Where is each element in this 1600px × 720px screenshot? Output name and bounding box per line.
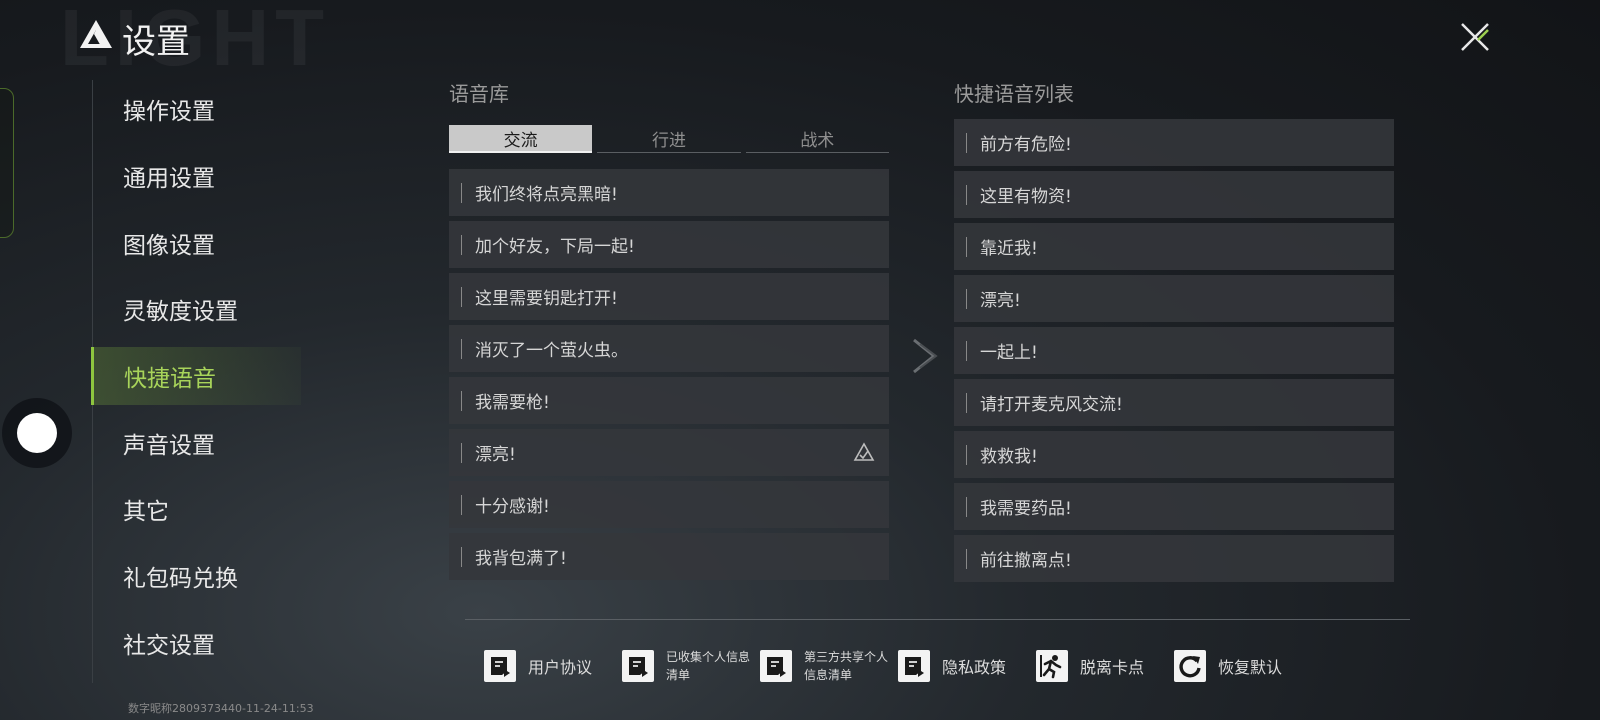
library-item[interactable]: 十分感谢! — [449, 481, 889, 528]
restore-icon — [1174, 650, 1206, 682]
library-item[interactable]: 消灭了一个萤火虫。 — [449, 325, 889, 372]
library-item[interactable]: 加个好友，下局一起! — [449, 221, 889, 268]
quick-voice-item-text: 这里有物资! — [980, 187, 1072, 207]
quick-voice-item[interactable]: 我需要药品! — [954, 483, 1394, 530]
close-icon[interactable] — [1452, 14, 1498, 60]
collected-info-label: 已收集个人信息清单 — [666, 650, 751, 682]
sidebar-item-general[interactable]: 通用设置 — [93, 147, 303, 205]
quick-voice-item[interactable]: 前方有危险! — [954, 119, 1394, 166]
library-item[interactable]: 我们终将点亮黑暗! — [449, 169, 889, 216]
unstuck-button[interactable]: 脱离卡点 — [1036, 648, 1144, 684]
double-chevron-right-icon — [913, 338, 938, 374]
library-item[interactable]: 这里需要钥匙打开! — [449, 273, 889, 320]
library-item[interactable]: 我需要枪! — [449, 377, 889, 424]
quick-voice-item[interactable]: 前往撤离点! — [954, 535, 1394, 582]
page-title: 设置 — [122, 22, 190, 62]
library-item-text: 消灭了一个萤火虫。 — [475, 341, 628, 361]
bottom-divider — [465, 619, 1410, 620]
quick-voice-item-text: 靠近我! — [980, 239, 1038, 259]
quick-voice-item[interactable]: 漂亮! — [954, 275, 1394, 322]
added-triangle-icon — [853, 442, 875, 461]
triangle-logo-icon — [80, 20, 112, 48]
sidebar-item-sensitivity[interactable]: 灵敏度设置 — [93, 280, 303, 338]
library-item-text: 十分感谢! — [475, 497, 550, 517]
settings-sidebar: 操作设置 通用设置 图像设置 灵敏度设置 快捷语音 声音设置 其它 礼包码兑换 … — [91, 80, 303, 683]
tab-tactics[interactable]: 战术 — [745, 125, 889, 153]
sidebar-item-controls[interactable]: 操作设置 — [93, 80, 303, 138]
library-item-text: 漂亮! — [475, 445, 516, 465]
document-icon — [760, 650, 792, 682]
sidebar-item-quick-voice[interactable]: 快捷语音 — [91, 347, 301, 405]
sidebar-item-sound[interactable]: 声音设置 — [93, 414, 303, 472]
tab-communication[interactable]: 交流 — [449, 125, 593, 153]
quick-voice-item-text: 我需要药品! — [980, 499, 1072, 519]
quick-voice-item[interactable]: 一起上! — [954, 327, 1394, 374]
voice-library-title: 语音库 — [449, 82, 509, 106]
quick-voice-item[interactable]: 这里有物资! — [954, 171, 1394, 218]
sidebar-item-social[interactable]: 社交设置 — [93, 614, 303, 672]
player-id-text: 数字昵称2809373440-11-24-11:53 — [128, 702, 314, 715]
quick-voice-item-text: 一起上! — [980, 343, 1038, 363]
tab-movement[interactable]: 行进 — [597, 125, 741, 153]
quick-voice-item-text: 前往撤离点! — [980, 551, 1072, 571]
sidebar-item-other[interactable]: 其它 — [93, 480, 303, 538]
sidebar-item-gift-code[interactable]: 礼包码兑换 — [93, 547, 303, 605]
unstuck-label: 脱离卡点 — [1080, 658, 1145, 677]
library-item[interactable]: 我背包满了! — [449, 533, 889, 580]
collected-info-button[interactable]: 已收集个人信息清单 — [622, 648, 752, 684]
document-icon — [898, 650, 930, 682]
privacy-policy-button[interactable]: 隐私政策 — [898, 648, 1006, 684]
quick-voice-item-text: 救救我! — [980, 447, 1038, 467]
quick-voice-item[interactable]: 请打开麦克风交流! — [954, 379, 1394, 426]
running-person-icon — [1036, 650, 1068, 682]
quick-voice-item[interactable]: 靠近我! — [954, 223, 1394, 270]
voice-library-tabs: 交流 行进 战术 — [449, 125, 889, 153]
document-icon — [484, 650, 516, 682]
restore-default-label: 恢复默认 — [1218, 658, 1283, 677]
quick-voice-item-text: 请打开麦克风交流! — [980, 395, 1123, 415]
library-item-text: 我们终将点亮黑暗! — [475, 185, 618, 205]
library-item-text: 这里需要钥匙打开! — [475, 289, 618, 309]
floating-assist-button[interactable] — [2, 398, 72, 468]
quick-voice-item[interactable]: 救救我! — [954, 431, 1394, 478]
library-item-text: 加个好友，下局一起! — [475, 237, 635, 257]
quick-voice-item-text: 前方有危险! — [980, 135, 1072, 155]
user-agreement-button[interactable]: 用户协议 — [484, 648, 592, 684]
third-party-info-button[interactable]: 第三方共享个人信息清单 — [760, 648, 890, 684]
privacy-policy-label: 隐私政策 — [942, 658, 1007, 677]
quick-voice-list-title: 快捷语音列表 — [954, 82, 1074, 106]
third-party-info-label: 第三方共享个人信息清单 — [804, 650, 889, 682]
quick-voice-item-text: 漂亮! — [980, 291, 1021, 311]
library-item-text: 我背包满了! — [475, 549, 567, 569]
document-icon — [622, 650, 654, 682]
side-edge-tab[interactable] — [0, 88, 14, 238]
library-item-text: 我需要枪! — [475, 393, 550, 413]
user-agreement-label: 用户协议 — [528, 658, 593, 677]
sidebar-item-graphics[interactable]: 图像设置 — [93, 214, 303, 272]
library-item[interactable]: 漂亮! — [449, 429, 889, 476]
restore-default-button[interactable]: 恢复默认 — [1174, 648, 1282, 684]
